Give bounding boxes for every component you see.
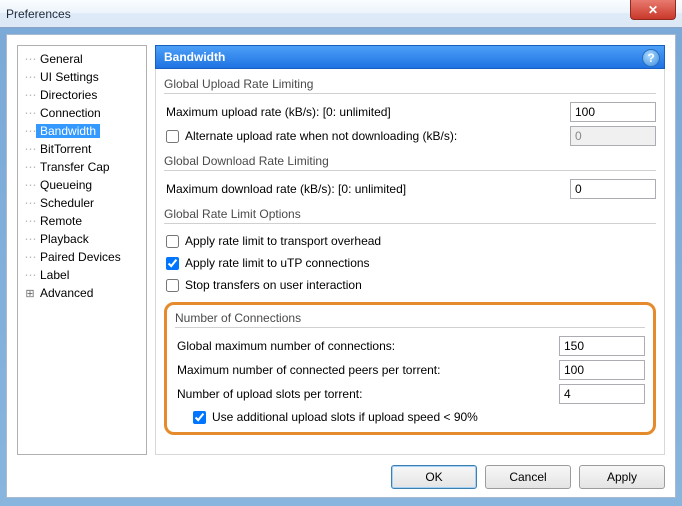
extra-slots-checkbox[interactable] [193, 411, 206, 424]
overhead-checkbox[interactable] [166, 235, 179, 248]
apply-button[interactable]: Apply [579, 465, 665, 489]
sidebar-item-label: Queueing [36, 178, 96, 192]
sidebar-item-paired-devices[interactable]: ⋯Paired Devices [20, 248, 144, 266]
expand-icon[interactable]: ⊞ [24, 287, 36, 300]
group-title-limits: Global Rate Limit Options [164, 207, 656, 224]
panel-body: Global Upload Rate Limiting Maximum uplo… [155, 69, 665, 455]
tree-dots-icon: ⋯ [24, 214, 36, 228]
max-upload-input[interactable] [570, 102, 656, 122]
alt-upload-input [570, 126, 656, 146]
title-bar: Preferences ✕ [0, 0, 682, 28]
alt-upload-label: Alternate upload rate when not downloadi… [185, 129, 457, 143]
group-upload: Global Upload Rate Limiting Maximum uplo… [164, 77, 656, 148]
tree-dots-icon: ⋯ [24, 196, 36, 210]
sidebar-item-remote[interactable]: ⋯Remote [20, 212, 144, 230]
category-tree: ⋯General ⋯UI Settings ⋯Directories ⋯Conn… [17, 45, 147, 455]
sidebar-item-scheduler[interactable]: ⋯Scheduler [20, 194, 144, 212]
group-connections: Number of Connections Global maximum num… [175, 311, 645, 428]
sidebar-item-label: Transfer Cap [36, 160, 114, 174]
stop-checkbox[interactable] [166, 279, 179, 292]
tree-dots-icon: ⋯ [24, 88, 36, 102]
utp-label: Apply rate limit to uTP connections [185, 256, 370, 270]
sidebar-item-label[interactable]: ⋯Label [20, 266, 144, 284]
sidebar-item-ui-settings[interactable]: ⋯UI Settings [20, 68, 144, 86]
sidebar-item-directories[interactable]: ⋯Directories [20, 86, 144, 104]
group-download: Global Download Rate Limiting Maximum do… [164, 154, 656, 201]
tree-dots-icon: ⋯ [24, 160, 36, 174]
ok-label: OK [425, 470, 442, 484]
apply-label: Apply [607, 470, 637, 484]
group-connections-highlight: Number of Connections Global maximum num… [164, 302, 656, 435]
tree-dots-icon: ⋯ [24, 52, 36, 66]
group-title-upload: Global Upload Rate Limiting [164, 77, 656, 94]
sidebar-item-label: Scheduler [36, 196, 98, 210]
dialog-buttons: OK Cancel Apply [17, 455, 665, 489]
sidebar-item-queueing[interactable]: ⋯Queueing [20, 176, 144, 194]
group-title-download: Global Download Rate Limiting [164, 154, 656, 171]
group-limits: Global Rate Limit Options Apply rate lim… [164, 207, 656, 296]
tree-dots-icon: ⋯ [24, 124, 36, 138]
alt-upload-checkbox[interactable] [166, 130, 179, 143]
tree-dots-icon: ⋯ [24, 232, 36, 246]
max-upload-label: Maximum upload rate (kB/s): [0: unlimite… [164, 105, 570, 119]
sidebar-item-label: Advanced [36, 286, 97, 300]
cancel-label: Cancel [509, 470, 546, 484]
slots-input[interactable] [559, 384, 645, 404]
sidebar-item-label: Paired Devices [36, 250, 125, 264]
tree-dots-icon: ⋯ [24, 178, 36, 192]
sidebar-item-label: Bandwidth [36, 124, 100, 138]
tree-dots-icon: ⋯ [24, 106, 36, 120]
sidebar-item-label: UI Settings [36, 70, 103, 84]
group-title-connections: Number of Connections [175, 311, 645, 328]
panel-header: Bandwidth ? [155, 45, 665, 69]
extra-slots-label: Use additional upload slots if upload sp… [212, 410, 478, 424]
max-download-input[interactable] [570, 179, 656, 199]
panel-title: Bandwidth [164, 50, 225, 64]
stop-label: Stop transfers on user interaction [185, 278, 362, 292]
sidebar-item-label: Label [36, 268, 73, 282]
sidebar-item-label: Playback [36, 232, 93, 246]
overhead-label: Apply rate limit to transport overhead [185, 234, 381, 248]
sidebar-item-label: BitTorrent [36, 142, 95, 156]
close-button[interactable]: ✕ [630, 0, 676, 20]
window-title: Preferences [6, 7, 71, 21]
content-panel: Bandwidth ? Global Upload Rate Limiting … [155, 45, 665, 455]
sidebar-item-label: Remote [36, 214, 86, 228]
tree-dots-icon: ⋯ [24, 70, 36, 84]
sidebar-item-transfer-cap[interactable]: ⋯Transfer Cap [20, 158, 144, 176]
sidebar-item-advanced[interactable]: ⊞Advanced [20, 284, 144, 302]
help-button[interactable]: ? [642, 49, 660, 67]
sidebar-item-label: Connection [36, 106, 105, 120]
max-download-label: Maximum download rate (kB/s): [0: unlimi… [164, 182, 570, 196]
peers-input[interactable] [559, 360, 645, 380]
peers-label: Maximum number of connected peers per to… [175, 363, 559, 377]
close-icon: ✕ [648, 3, 658, 17]
global-conn-label: Global maximum number of connections: [175, 339, 559, 353]
global-conn-input[interactable] [559, 336, 645, 356]
cancel-button[interactable]: Cancel [485, 465, 571, 489]
sidebar-item-playback[interactable]: ⋯Playback [20, 230, 144, 248]
sidebar-item-label: Directories [36, 88, 101, 102]
sidebar-item-label: General [36, 52, 87, 66]
slots-label: Number of upload slots per torrent: [175, 387, 559, 401]
tree-dots-icon: ⋯ [24, 268, 36, 282]
sidebar-item-general[interactable]: ⋯General [20, 50, 144, 68]
sidebar-item-connection[interactable]: ⋯Connection [20, 104, 144, 122]
tree-dots-icon: ⋯ [24, 142, 36, 156]
ok-button[interactable]: OK [391, 465, 477, 489]
help-icon: ? [647, 51, 654, 65]
utp-checkbox[interactable] [166, 257, 179, 270]
sidebar-item-bandwidth[interactable]: ⋯Bandwidth [20, 122, 144, 140]
sidebar-item-bittorrent[interactable]: ⋯BitTorrent [20, 140, 144, 158]
window-body: ⋯General ⋯UI Settings ⋯Directories ⋯Conn… [6, 34, 676, 498]
tree-dots-icon: ⋯ [24, 250, 36, 264]
